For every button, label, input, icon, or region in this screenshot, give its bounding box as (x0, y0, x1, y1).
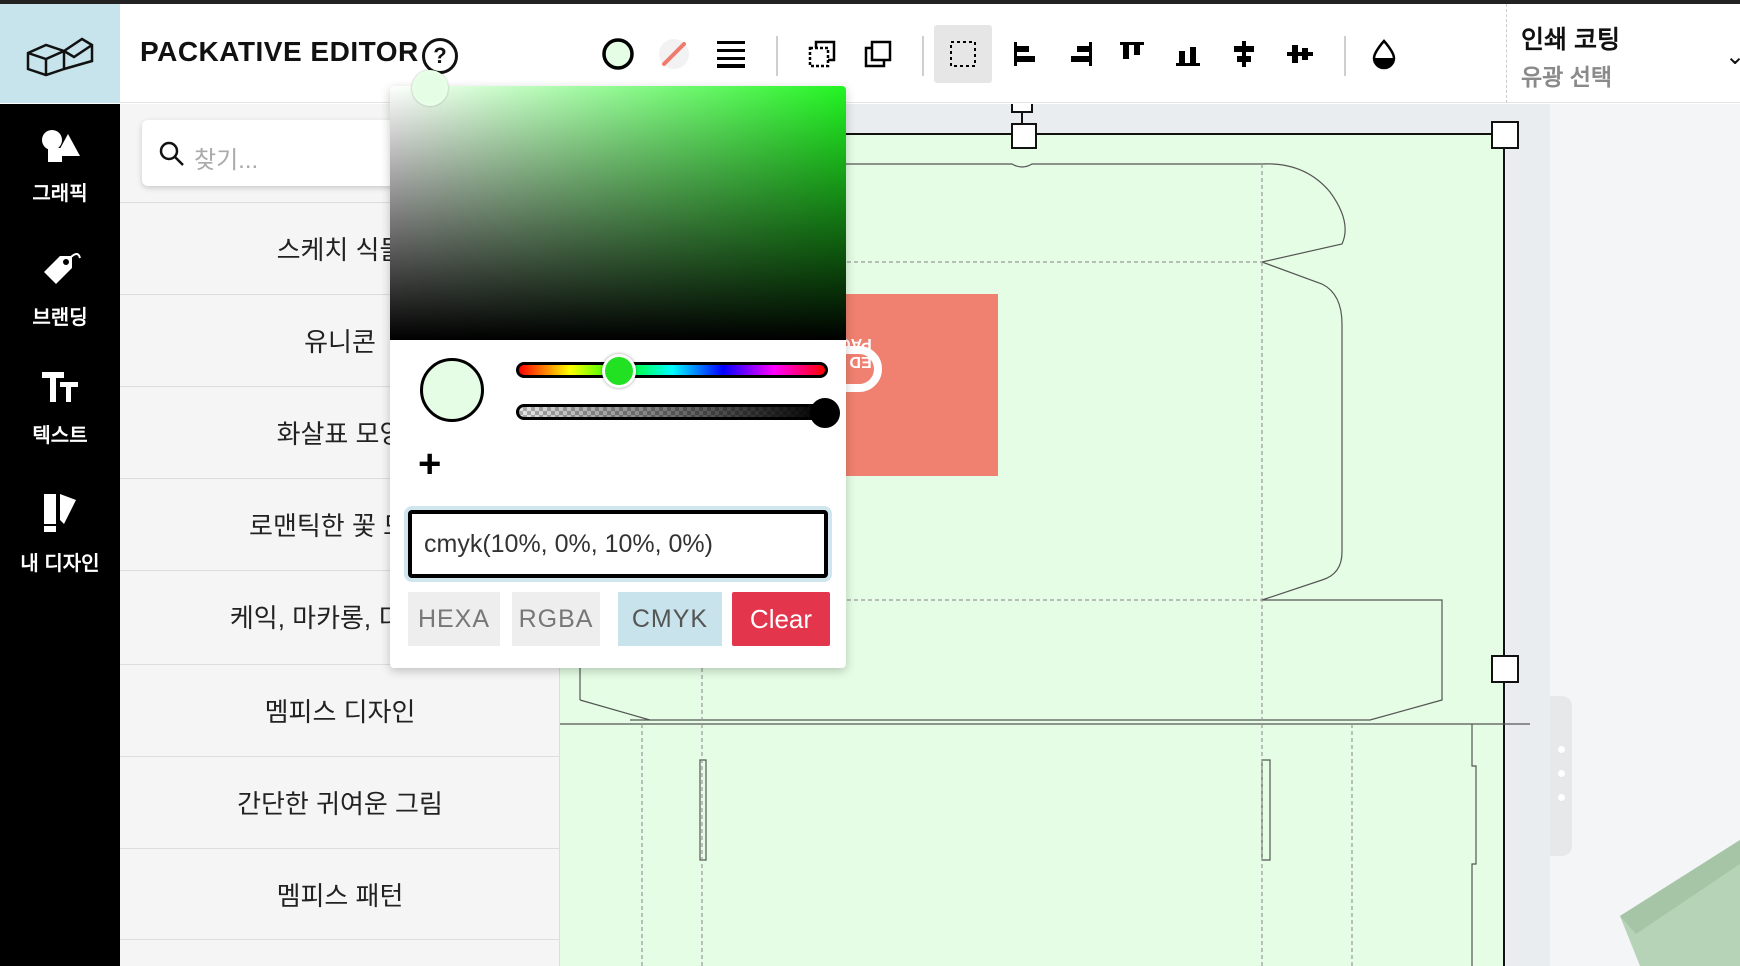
color-area-cursor[interactable] (412, 70, 448, 106)
graphic-shape (846, 346, 882, 392)
opacity-slider-handle[interactable] (810, 398, 840, 428)
align-top-icon (1120, 42, 1144, 59)
sidebar-item-graphics[interactable]: 그래픽 (0, 126, 120, 206)
sidebar-item-label: 브랜딩 (32, 307, 88, 329)
send-backward-button[interactable] (796, 28, 848, 80)
color-picker-popup: + HEXA RGBA CMYK Clear (390, 70, 846, 668)
align-horizontal-center-icon (1287, 45, 1313, 63)
align-right-icon (1071, 42, 1092, 66)
stroke-none-icon (659, 39, 689, 69)
bring-forward-button[interactable] (852, 28, 904, 80)
print-coating-value: 유광 선택 (1521, 64, 1613, 90)
align-top-button[interactable] (1106, 28, 1158, 80)
current-color-preview (420, 358, 484, 422)
box-logo-icon (26, 37, 94, 76)
marquee-select-icon (950, 41, 976, 67)
shapes-icon (42, 130, 80, 162)
fill-color-button[interactable] (592, 28, 644, 80)
send-backward-icon (808, 40, 836, 68)
stroke-width-button[interactable] (706, 28, 758, 80)
lines-icon (717, 41, 745, 68)
saturation-value-area[interactable] (390, 86, 846, 340)
app-title: PACKATIVE EDITOR (140, 36, 419, 67)
toolbar-divider (922, 36, 924, 76)
sidebar-item-label: 내 디자인 (20, 553, 100, 575)
category-item[interactable]: 멤피스 패턴 (120, 848, 560, 940)
align-right-button[interactable] (1054, 28, 1106, 80)
format-hexa-button[interactable]: HEXA (408, 592, 500, 646)
align-center-button[interactable] (1274, 28, 1326, 80)
main-sidebar: 그래픽 브랜딩 텍스트 내 디자인 (0, 104, 120, 966)
format-cmyk-button[interactable]: CMYK (618, 592, 722, 646)
print-coating-title: 인쇄 코팅 (1521, 26, 1620, 54)
select-area-button[interactable] (934, 25, 992, 83)
fill-circle-icon (602, 38, 634, 70)
preview-pane (1550, 104, 1740, 966)
sidebar-item-my-design[interactable]: 내 디자인 (0, 490, 120, 576)
align-bottom-button[interactable] (1162, 28, 1214, 80)
help-icon[interactable]: ? (422, 38, 458, 74)
align-middle-button[interactable] (1218, 28, 1270, 80)
search-icon (159, 141, 184, 166)
stroke-color-button[interactable] (648, 28, 700, 80)
sidebar-item-text[interactable]: 텍스트 (0, 368, 120, 448)
align-left-button[interactable] (1000, 28, 1052, 80)
sidebar-item-branding[interactable]: 브랜딩 (0, 250, 120, 330)
text-icon (42, 372, 78, 402)
opacity-slider[interactable] (516, 404, 828, 420)
hue-slider-handle[interactable] (602, 354, 636, 388)
toolbar-divider (776, 36, 778, 76)
logo[interactable] (0, 4, 120, 103)
my-design-icon (44, 494, 76, 532)
category-item[interactable]: 간단한 귀여운 그림 (120, 756, 560, 848)
search-placeholder: 찾기... (194, 147, 259, 174)
print-coating-selector[interactable]: 인쇄 코팅 유광 선택 ⌄ (1506, 4, 1740, 103)
add-swatch-button[interactable]: + (418, 442, 441, 487)
toolbar-divider (1344, 36, 1346, 76)
3d-box-preview[interactable] (1550, 104, 1740, 966)
bring-forward-icon (864, 40, 892, 68)
color-value-input[interactable] (408, 510, 828, 578)
category-item[interactable]: 멤피스 디자인 (120, 664, 560, 756)
clear-button[interactable]: Clear (732, 592, 830, 646)
hue-slider[interactable] (516, 362, 828, 378)
opacity-button[interactable] (1358, 28, 1410, 80)
align-vertical-center-icon (1234, 41, 1254, 67)
canvas-graphic-label[interactable]: EDPACKA (846, 294, 998, 476)
chevron-down-icon[interactable]: ⌄ (1725, 42, 1740, 71)
tag-icon (44, 253, 81, 284)
align-left-icon (1014, 42, 1035, 66)
sidebar-item-label: 텍스트 (32, 425, 88, 447)
sidebar-item-label: 그래픽 (32, 183, 88, 205)
opacity-drop-icon (1372, 39, 1396, 70)
format-rgba-button[interactable]: RGBA (512, 592, 600, 646)
top-toolbar: PACKATIVE EDITOR ? 인쇄 코팅 유광 선택 ⌄ (0, 4, 1740, 103)
align-bottom-icon (1176, 47, 1200, 66)
